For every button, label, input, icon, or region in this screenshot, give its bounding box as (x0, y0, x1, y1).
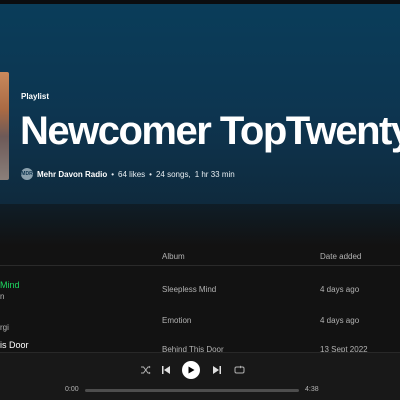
shuffle-button[interactable] (139, 363, 153, 377)
avatar-initials: MDR (21, 171, 33, 177)
table-row[interactable]: rgi Emotion 4 days ago (0, 311, 400, 341)
track-date-added: 4 days ago (320, 316, 360, 325)
previous-icon (162, 366, 170, 374)
playlist-title: Newcomer TopTwenty (20, 109, 400, 153)
elapsed-time: 0:00 (65, 386, 79, 393)
playlist-kind: Playlist (21, 92, 50, 101)
track-artist[interactable]: n (0, 292, 4, 301)
track-album[interactable]: Emotion (162, 316, 191, 325)
playlist-meta: MDR Mehr Davon Radio • 64 likes • 24 son… (21, 168, 235, 180)
next-icon (213, 366, 221, 374)
avatar[interactable]: MDR (21, 168, 33, 180)
playlist-cover[interactable] (0, 72, 9, 180)
column-album[interactable]: Album (162, 252, 185, 261)
repeat-button[interactable] (232, 363, 246, 377)
table-row[interactable]: Mind n Sleepless Mind 4 days ago (0, 280, 400, 310)
track-album[interactable]: Sleepless Mind (162, 285, 216, 294)
action-bar-area (0, 204, 400, 246)
next-button[interactable] (210, 363, 224, 377)
track-date-added: 4 days ago (320, 285, 360, 294)
track-title[interactable]: is Door (0, 340, 29, 350)
playlist-header: Playlist Newcomer TopTwenty MDR Mehr Dav… (0, 4, 400, 204)
owner-link[interactable]: Mehr Davon Radio (37, 170, 107, 179)
track-title[interactable]: Mind (0, 280, 20, 290)
play-button[interactable] (182, 361, 200, 379)
shuffle-icon (141, 365, 151, 375)
track-list-header: Album Date added (0, 246, 400, 266)
player-bar: 0:00 4:38 (0, 352, 400, 400)
column-date-added[interactable]: Date added (320, 252, 361, 261)
meta-separator: • (149, 169, 152, 179)
progress-bar[interactable] (85, 389, 299, 392)
repeat-icon (234, 365, 244, 374)
total-time: 4:38 (305, 386, 319, 393)
songs-count: 24 songs, (155, 169, 191, 179)
previous-button[interactable] (159, 363, 173, 377)
likes-count: 64 likes (118, 169, 146, 179)
track-artist[interactable]: rgi (0, 323, 9, 332)
meta-separator: • (111, 169, 115, 179)
playlist-duration: 1 hr 33 min (194, 169, 235, 179)
play-icon (188, 366, 195, 374)
